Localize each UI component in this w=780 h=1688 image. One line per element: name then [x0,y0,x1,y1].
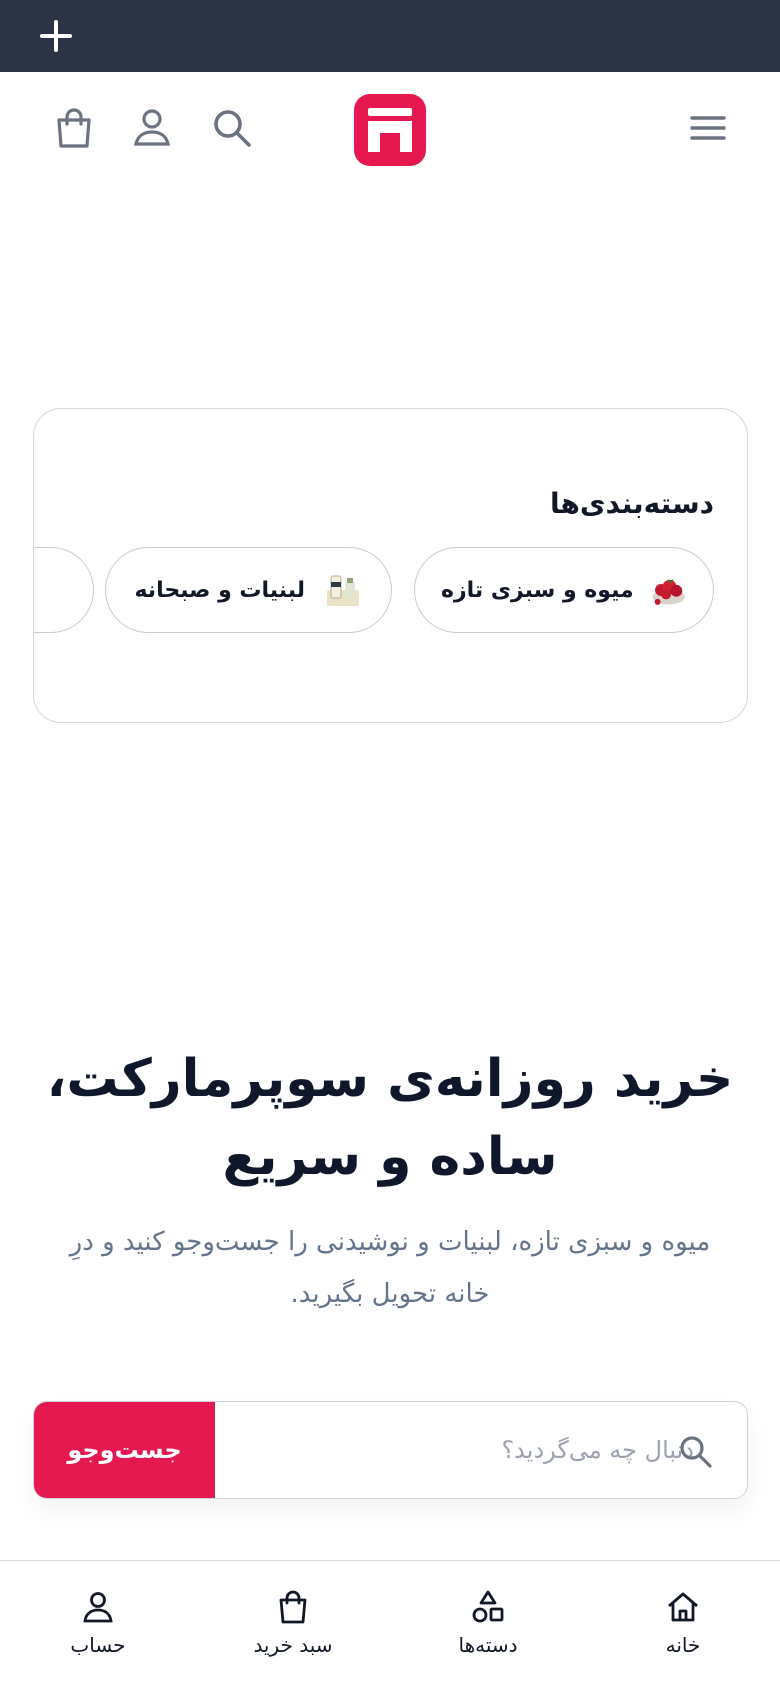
hero-subtitle-line: خانه تحویل بگیرید. [290,1279,490,1309]
dairy-icon [327,575,359,606]
category-label: میوه و سبزی تازه [441,577,634,603]
nav-label: سبد خرید [253,1633,333,1657]
shopping-bag-icon[interactable] [50,104,98,152]
shopping-bag-icon [279,1590,307,1624]
shapes-icon [472,1590,504,1623]
hero-title-line: ساده و سریع [222,1127,558,1187]
hero-title-line: خرید روزانه‌ی سوپرمارکت، [46,1049,734,1109]
category-chip-dairy[interactable]: لبنیات و صبحانه [105,547,392,633]
categories-title: دسته‌بندی‌ها [549,487,714,520]
nav-item-cart[interactable]: سبد خرید [223,1589,363,1657]
menu-icon[interactable] [684,104,732,152]
nav-label: حساب [70,1633,126,1657]
search-input[interactable] [224,1402,694,1498]
search-icon [680,1436,712,1468]
new-tab-plus-icon[interactable] [38,18,74,54]
user-icon[interactable] [128,104,176,152]
hero-subtitle-line: میوه و سبزی تازه، لبنیات و نوشیدنی را جس… [69,1227,711,1257]
home-icon [668,1592,698,1622]
hero-subtitle: میوه و سبزی تازه، لبنیات و نوشیدنی را جس… [20,1216,760,1320]
category-chip-fruits[interactable]: میوه و سبزی تازه [414,547,714,633]
browser-top-bar [0,0,780,72]
user-icon [83,1592,113,1623]
bottom-nav: خانه دسته‌ها سبد خرید حساب [0,1560,780,1688]
nav-item-account[interactable]: حساب [28,1589,168,1657]
site-header [0,72,780,202]
nav-item-home[interactable]: خانه [613,1589,753,1657]
search-icon[interactable] [208,104,256,152]
categories-card: دسته‌بندی‌ها میوه و سبزی تازه لبنیات و ص… [33,408,748,723]
nav-label: دسته‌ها [458,1633,518,1657]
nav-label: خانه [665,1633,701,1657]
hero-title: خرید روزانه‌ی سوپرمارکت، ساده و سریع [40,1040,740,1196]
logo-icon[interactable] [354,94,426,166]
category-label: لبنیات و صبحانه [134,577,305,603]
nav-item-categories[interactable]: دسته‌ها [418,1589,558,1657]
strawberry-icon [652,579,685,605]
search-box: جست‌وجو [33,1401,748,1499]
search-button[interactable]: جست‌وجو [34,1402,215,1498]
category-chip-partial[interactable] [34,547,94,633]
